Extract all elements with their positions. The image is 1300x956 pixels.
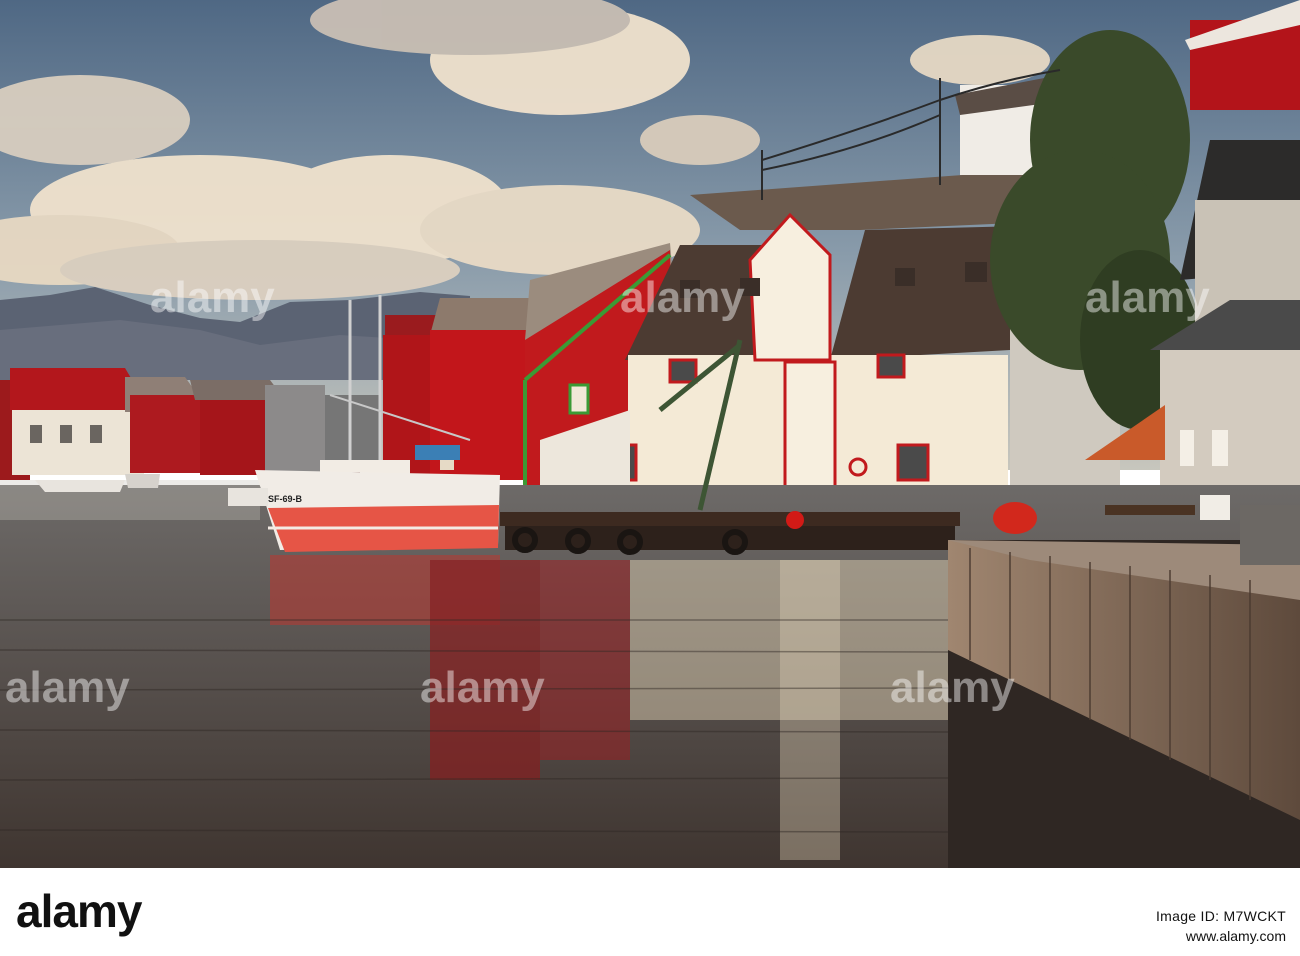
watermark-4: alamy — [5, 663, 130, 712]
watermark-6: alamy — [890, 663, 1015, 712]
footer-bar: alamy Image ID: M7WCKT www.alamy.com — [0, 868, 1300, 956]
watermark-5: alamy — [420, 663, 545, 712]
alamy-logo: alamy — [16, 885, 142, 937]
stage: SF-69-B alamy alamy alamy alamy alamy al… — [0, 0, 1300, 956]
site-url: www.alamy.com — [1185, 928, 1286, 944]
watermark-3: alamy — [1085, 273, 1210, 322]
harbor-photo: SF-69-B alamy alamy alamy alamy alamy al… — [0, 0, 1300, 868]
watermark-2: alamy — [620, 273, 745, 322]
image-id-label: Image ID: M7WCKT — [1155, 908, 1286, 924]
watermark-1: alamy — [150, 273, 275, 322]
boat-registration: SF-69-B — [268, 494, 303, 504]
